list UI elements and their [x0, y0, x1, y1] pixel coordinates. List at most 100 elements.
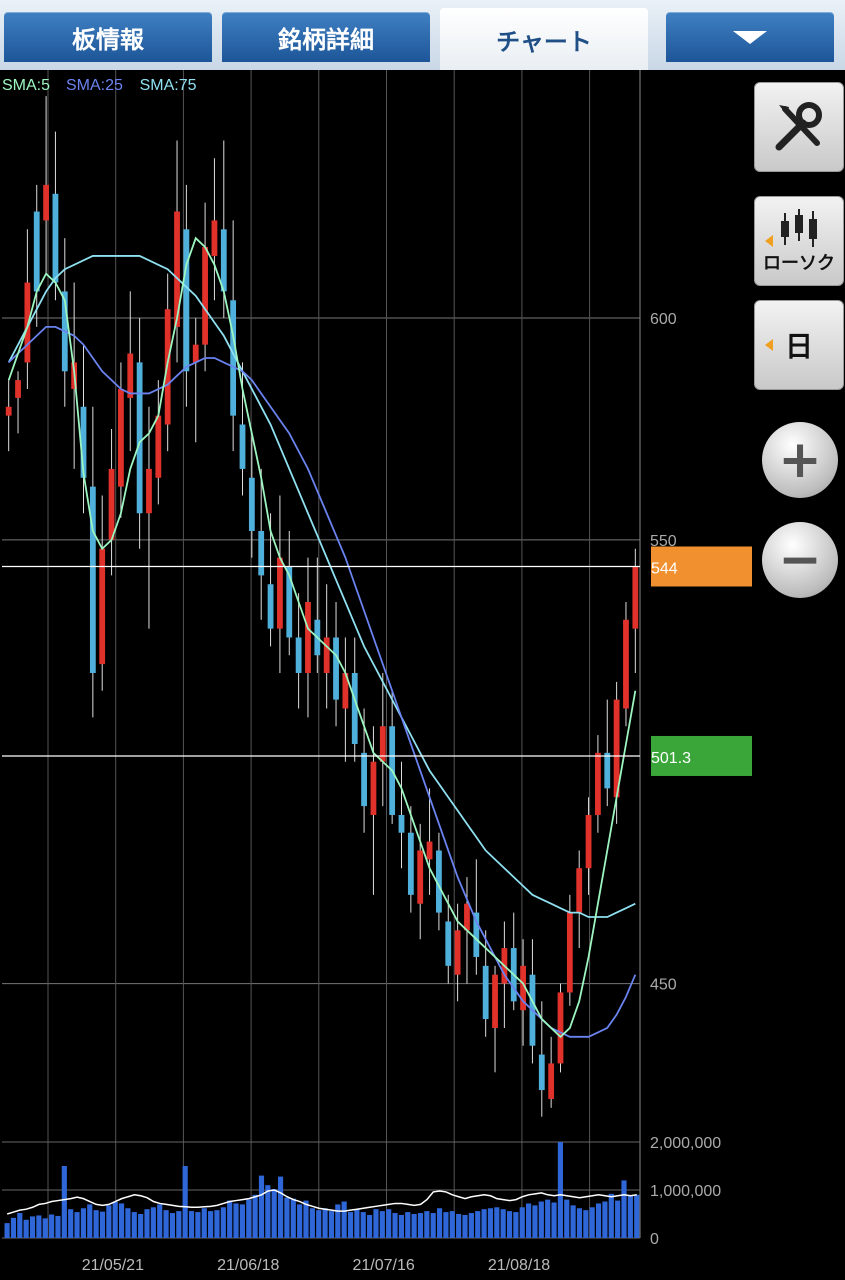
- candle-body: [33, 211, 40, 292]
- volume-bar: [430, 1213, 436, 1238]
- tab-order-book[interactable]: 板情報: [4, 12, 212, 62]
- candle-body: [155, 415, 162, 478]
- volume-bar: [551, 1202, 557, 1238]
- candle-body: [351, 672, 358, 744]
- price-tags: 544 501.3: [651, 546, 752, 776]
- volume-bar: [303, 1200, 309, 1238]
- date-label: 21/05/21: [82, 1257, 144, 1274]
- caret-left-icon: [765, 339, 773, 351]
- candle-body: [632, 566, 639, 629]
- volume-bar: [42, 1218, 48, 1238]
- volume-bar: [36, 1215, 42, 1238]
- zoom-out-button[interactable]: −: [762, 522, 838, 598]
- candle-body: [333, 637, 339, 700]
- volume-bar: [487, 1208, 494, 1238]
- volume-bar: [602, 1201, 608, 1238]
- volume-tick-label: 0: [650, 1231, 659, 1248]
- volume-bar: [392, 1213, 398, 1238]
- volume-bar: [513, 1212, 519, 1238]
- candle-body: [220, 229, 227, 292]
- menu-dropdown-button[interactable]: [666, 12, 834, 62]
- candle-body: [277, 557, 283, 629]
- volume-bar: [386, 1209, 392, 1238]
- volume-bar: [615, 1200, 621, 1238]
- volume-bar: [246, 1199, 252, 1238]
- volume-bar: [570, 1205, 576, 1238]
- volume-bar: [608, 1193, 614, 1238]
- candle-body: [464, 903, 470, 931]
- volume-bar: [169, 1213, 176, 1238]
- volume-bar: [118, 1203, 125, 1238]
- volume-bar: [443, 1212, 449, 1238]
- candle-body: [538, 1054, 545, 1091]
- tab-chart[interactable]: チャート: [440, 8, 648, 70]
- tab-stock-details[interactable]: 銘柄詳細: [222, 12, 430, 62]
- candle-body: [604, 752, 611, 789]
- volume-bar: [131, 1212, 137, 1238]
- candle-body: [323, 637, 330, 673]
- tab-chart-label: チャート: [496, 27, 592, 56]
- candle-body: [202, 247, 208, 345]
- volume-bar: [538, 1201, 544, 1238]
- volume-bar: [201, 1208, 207, 1238]
- price-tick-label: 600: [650, 311, 677, 328]
- volume-bar: [322, 1208, 328, 1238]
- period-button[interactable]: 日: [754, 300, 844, 390]
- volume-bar: [290, 1198, 296, 1238]
- minus-icon: −: [778, 530, 822, 590]
- tools-icon: [775, 102, 822, 151]
- candle-body: [454, 930, 461, 975]
- candle-body: [576, 868, 583, 913]
- volume-bar: [125, 1208, 131, 1238]
- volume-bar: [265, 1185, 271, 1238]
- candle-body: [248, 477, 255, 532]
- volume-bar: [74, 1212, 80, 1238]
- volume-bar: [328, 1211, 335, 1238]
- candle-body: [595, 752, 601, 815]
- volume-bar: [634, 1194, 640, 1238]
- volume-bar: [220, 1207, 226, 1238]
- volume-bar: [17, 1213, 23, 1238]
- candle-body: [623, 619, 629, 709]
- volume-bar: [23, 1219, 29, 1238]
- volume-bar: [284, 1197, 290, 1238]
- volume-bar: [424, 1211, 430, 1238]
- volume-bar: [360, 1212, 366, 1238]
- volume-bar: [456, 1214, 462, 1238]
- volume-bar: [297, 1204, 303, 1238]
- volume-bar: [411, 1214, 417, 1238]
- volume-bar: [347, 1212, 354, 1238]
- volume-tick-label: 1,000,000: [650, 1183, 721, 1200]
- candlestick-chart[interactable]: 6005504502,000,0001,000,000021/05/21 21/0…: [0, 70, 845, 1280]
- volume-bar: [545, 1199, 551, 1238]
- volume-bar: [621, 1180, 627, 1238]
- volume-bar: [29, 1216, 36, 1238]
- volume-bar: [583, 1210, 589, 1238]
- candle-body: [43, 184, 49, 221]
- chart-type-button[interactable]: ローソク: [754, 196, 844, 286]
- tools-button[interactable]: [754, 82, 844, 172]
- price-tag-label: 544: [651, 561, 678, 578]
- volume-bar: [627, 1195, 633, 1238]
- volume-bar: [80, 1208, 86, 1238]
- volume-bar: [195, 1212, 201, 1238]
- volume-bar: [163, 1210, 169, 1238]
- legend-item: SMA:75: [140, 77, 197, 94]
- candle-body: [192, 344, 199, 363]
- volume-bar: [4, 1223, 10, 1238]
- zoom-in-button[interactable]: +: [762, 422, 838, 498]
- candle-body: [445, 921, 452, 966]
- volume-bar: [150, 1207, 156, 1238]
- volume-bar: [564, 1199, 570, 1238]
- candle-body: [127, 353, 134, 398]
- volume-bar: [354, 1209, 360, 1238]
- candlestick-icon: [781, 209, 817, 247]
- volume-bar: [335, 1204, 341, 1238]
- volume-bar: [379, 1211, 385, 1238]
- candle-body: [482, 965, 489, 1020]
- volume-bar: [576, 1208, 583, 1238]
- candle-body: [52, 193, 59, 283]
- volume-bar: [55, 1215, 61, 1238]
- volume-bar: [277, 1176, 284, 1238]
- candle-body: [5, 406, 12, 416]
